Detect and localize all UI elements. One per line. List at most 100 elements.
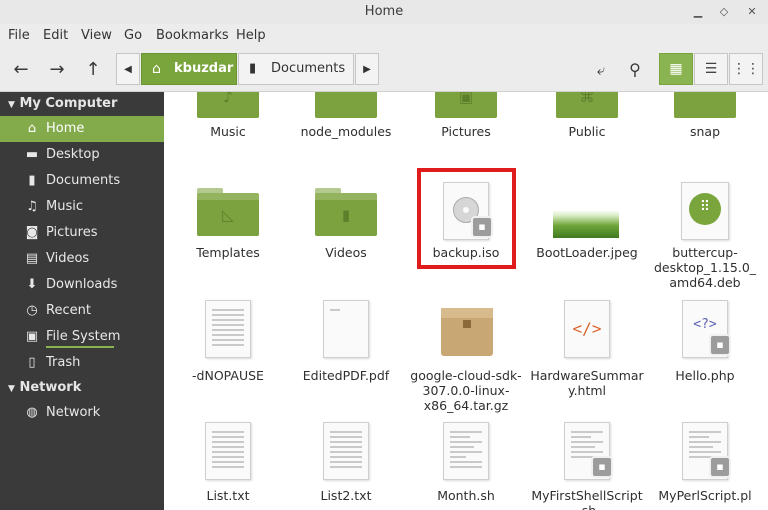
- file-item[interactable]: snap: [645, 92, 765, 152]
- sidebar-item-home[interactable]: ⌂ Home: [0, 116, 164, 142]
- maximize-icon[interactable]: ◇: [716, 4, 732, 20]
- back-button[interactable]: ←: [6, 55, 36, 85]
- file-label: google-cloud-sdk- 307.0.0-linux- x86_64.…: [410, 368, 522, 413]
- compact-view-button[interactable]: ⋮⋮: [729, 53, 763, 85]
- download-icon: ⬇: [26, 277, 38, 292]
- path-toggle-button[interactable]: ⤶: [586, 55, 616, 85]
- file-item[interactable]: node_modules: [286, 92, 406, 152]
- pdf-file-icon: [323, 300, 369, 358]
- sidebar-item-label: Desktop: [46, 147, 100, 162]
- sidebar-item-network[interactable]: ◍ Network: [0, 400, 164, 426]
- file-item[interactable]: ◺ Templates: [168, 182, 288, 272]
- icon-view-button[interactable]: ▦: [659, 53, 693, 85]
- usage-bar: [46, 346, 114, 348]
- menu-edit[interactable]: Edit: [43, 28, 68, 43]
- file-label: EditedPDF.pdf: [302, 368, 390, 383]
- up-button[interactable]: ↑: [78, 55, 108, 85]
- sidebar-item-music[interactable]: ♫ Music: [0, 194, 164, 220]
- sidebar-item-pictures[interactable]: ◙ Pictures: [0, 220, 164, 246]
- folder-icon: [674, 92, 736, 118]
- file-item[interactable]: BootLoader.jpeg: [527, 182, 647, 272]
- sidebar-item-downloads[interactable]: ⬇ Downloads: [0, 272, 164, 298]
- file-item[interactable]: ▪ MyFirstShellScript .sh: [527, 422, 647, 510]
- file-item[interactable]: ⌘ Public: [527, 92, 647, 152]
- script-file-icon: [443, 422, 489, 480]
- sidebar-item-label: Recent: [46, 303, 91, 318]
- sidebar-item-label: Pictures: [46, 225, 98, 240]
- sidebar-section-network[interactable]: ▼ Network: [8, 380, 81, 395]
- sidebar-item-file-system[interactable]: ▣ File System: [0, 324, 164, 350]
- folder-icon: ▣: [435, 92, 497, 118]
- breadcrumb-documents[interactable]: ▮ Documents: [238, 53, 354, 85]
- film-icon: ▤: [25, 251, 39, 266]
- file-item[interactable]: Month.sh: [406, 422, 526, 510]
- file-item[interactable]: google-cloud-sdk- 307.0.0-linux- x86_64.…: [406, 300, 526, 413]
- file-item[interactable]: </> HardwareSummar y.html: [527, 300, 647, 410]
- breadcrumb-documents-label: Documents: [271, 61, 346, 76]
- film-icon: ▮: [341, 206, 351, 224]
- sidebar-item-desktop[interactable]: ▬ Desktop: [0, 142, 164, 168]
- path-scroll-right-button[interactable]: ▶: [355, 53, 379, 85]
- toolbar: ← → ↑ ◀ ⌂ kbuzdar ▮ Documents ▶ ⤶ ⚲ ▦ ☰ …: [0, 48, 768, 92]
- file-item[interactable]: ⠿ buttercup- desktop_1.15.0_ amd64.deb: [645, 182, 765, 292]
- sidebar-item-videos[interactable]: ▤ Videos: [0, 246, 164, 272]
- path-scroll-left-button[interactable]: ◀: [116, 53, 140, 85]
- file-view[interactable]: ♪ Music node_modules ▣ Pictures ⌘ Public…: [164, 92, 768, 510]
- menu-help[interactable]: Help: [236, 28, 266, 43]
- file-item[interactable]: List2.txt: [286, 422, 406, 510]
- home-icon: ⌂: [27, 121, 37, 136]
- music-note-icon: ♪: [223, 92, 233, 106]
- forward-button[interactable]: →: [42, 55, 72, 85]
- sidebar-item-recent[interactable]: ◷ Recent: [0, 298, 164, 324]
- arrow-left-icon: ←: [13, 59, 29, 80]
- breadcrumb-home[interactable]: ⌂ kbuzdar: [141, 53, 237, 85]
- folder-icon: ◺: [197, 188, 259, 236]
- menu-bar: File Edit View Go Bookmarks Help: [0, 24, 768, 48]
- file-label: Hello.php: [675, 368, 735, 383]
- file-item[interactable]: ♪ Music: [168, 92, 288, 152]
- home-icon: ⌂: [152, 61, 161, 77]
- file-item[interactable]: <?> ▪ Hello.php: [645, 300, 765, 390]
- file-item[interactable]: ▪ MyPerlScript.pl: [645, 422, 765, 510]
- music-icon: ♫: [26, 199, 38, 214]
- drive-icon: ▣: [25, 329, 39, 344]
- file-label: Videos: [325, 245, 367, 260]
- menu-view[interactable]: View: [81, 28, 112, 43]
- grid-icon: ▦: [669, 61, 683, 77]
- menu-bookmarks[interactable]: Bookmarks: [156, 28, 229, 43]
- menu-go[interactable]: Go: [124, 28, 142, 43]
- sidebar-item-label: Trash: [46, 355, 81, 370]
- file-label: node_modules: [300, 124, 392, 139]
- minimize-icon[interactable]: ▁: [690, 4, 706, 20]
- sidebar-item-documents[interactable]: ▮ Documents: [0, 168, 164, 194]
- menu-file[interactable]: File: [8, 28, 30, 43]
- folder-icon: [315, 92, 377, 118]
- search-button[interactable]: ⚲: [620, 55, 650, 85]
- text-file-icon: [323, 422, 369, 480]
- file-item[interactable]: ▣ Pictures: [406, 92, 526, 152]
- sidebar-section-label: My Computer: [19, 96, 118, 111]
- sidebar-section-my-computer[interactable]: ▼ My Computer: [8, 96, 117, 111]
- file-label: Templates: [196, 245, 260, 260]
- lock-icon: ▪: [709, 334, 731, 356]
- folder-icon: ♪: [197, 92, 259, 118]
- sidebar-item-label: Network: [46, 405, 101, 420]
- file-item[interactable]: EditedPDF.pdf: [286, 300, 406, 390]
- search-icon: ⚲: [629, 60, 641, 79]
- window-title: Home: [364, 4, 404, 19]
- file-label: List.txt: [206, 488, 250, 503]
- sidebar-section-label: Network: [19, 380, 82, 395]
- arrow-right-icon: →: [49, 59, 65, 80]
- sidebar-item-trash[interactable]: ▯ Trash: [0, 350, 164, 376]
- list-view-button[interactable]: ☰: [694, 53, 728, 85]
- folder-icon: ▮: [315, 188, 377, 236]
- archive-icon: [441, 308, 493, 356]
- text-file-icon: [205, 300, 251, 358]
- template-icon: ◺: [222, 206, 234, 224]
- file-item[interactable]: List.txt: [168, 422, 288, 510]
- file-item[interactable]: ▮ Videos: [286, 182, 406, 272]
- sidebar-item-label: File System: [46, 329, 121, 344]
- location-toggle-icon: ⤶: [596, 61, 606, 79]
- close-icon[interactable]: ✕: [744, 4, 760, 20]
- file-item[interactable]: -dNOPAUSE: [168, 300, 288, 390]
